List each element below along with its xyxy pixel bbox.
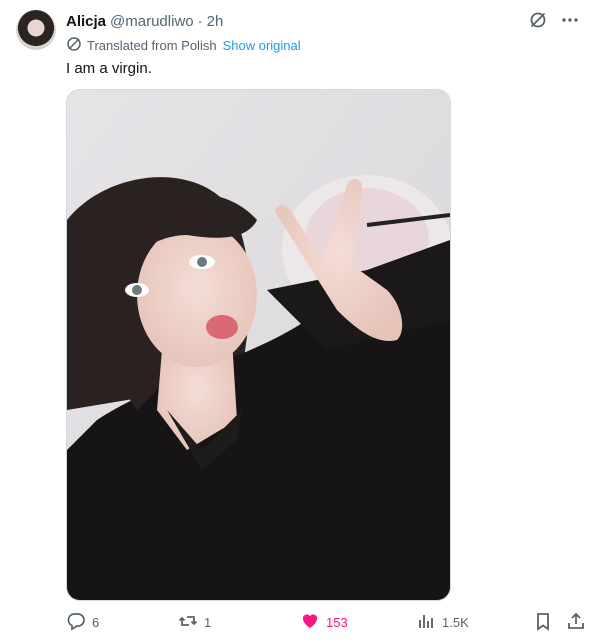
tweet-text: I am a virgin. xyxy=(66,60,152,77)
share-button[interactable] xyxy=(566,608,586,636)
reply-icon xyxy=(66,611,86,634)
views-button[interactable]: 1.5K xyxy=(416,608,469,636)
views-icon xyxy=(416,611,436,634)
like-count: 153 xyxy=(326,614,348,630)
tweet[interactable]: Alicja @marudliwo · 2h Translated from P… xyxy=(0,0,595,642)
author-handle[interactable]: @marudliwo xyxy=(110,13,194,30)
repost-button[interactable]: 1 xyxy=(178,608,211,636)
action-bar: 6 1 153 1.5K xyxy=(66,608,586,636)
share-icon xyxy=(566,611,586,634)
translation-note: Translated from Polish xyxy=(87,37,217,53)
reply-button[interactable]: 6 xyxy=(66,608,99,636)
timestamp[interactable]: 2h xyxy=(207,13,224,30)
more-icon[interactable] xyxy=(559,9,581,31)
translation-bar: Translated from Polish Show original xyxy=(66,36,301,54)
bookmark-button[interactable] xyxy=(533,608,553,636)
heart-icon xyxy=(300,611,320,634)
avatar[interactable] xyxy=(16,10,56,50)
tweet-photo[interactable] xyxy=(66,89,451,601)
repost-icon xyxy=(178,611,198,634)
header-actions xyxy=(527,9,581,31)
separator: · xyxy=(197,12,203,30)
tweet-header: Alicja @marudliwo · 2h xyxy=(66,11,223,31)
like-button[interactable]: 153 xyxy=(300,608,348,636)
repost-count: 1 xyxy=(204,614,212,630)
translate-icon xyxy=(66,36,82,55)
views-count: 1.5K xyxy=(442,614,469,630)
author-name[interactable]: Alicja xyxy=(66,13,106,30)
show-original-link[interactable]: Show original xyxy=(223,38,301,53)
bookmark-icon xyxy=(533,611,553,634)
reply-count: 6 xyxy=(92,614,100,630)
slash-circle-icon[interactable] xyxy=(527,9,549,31)
